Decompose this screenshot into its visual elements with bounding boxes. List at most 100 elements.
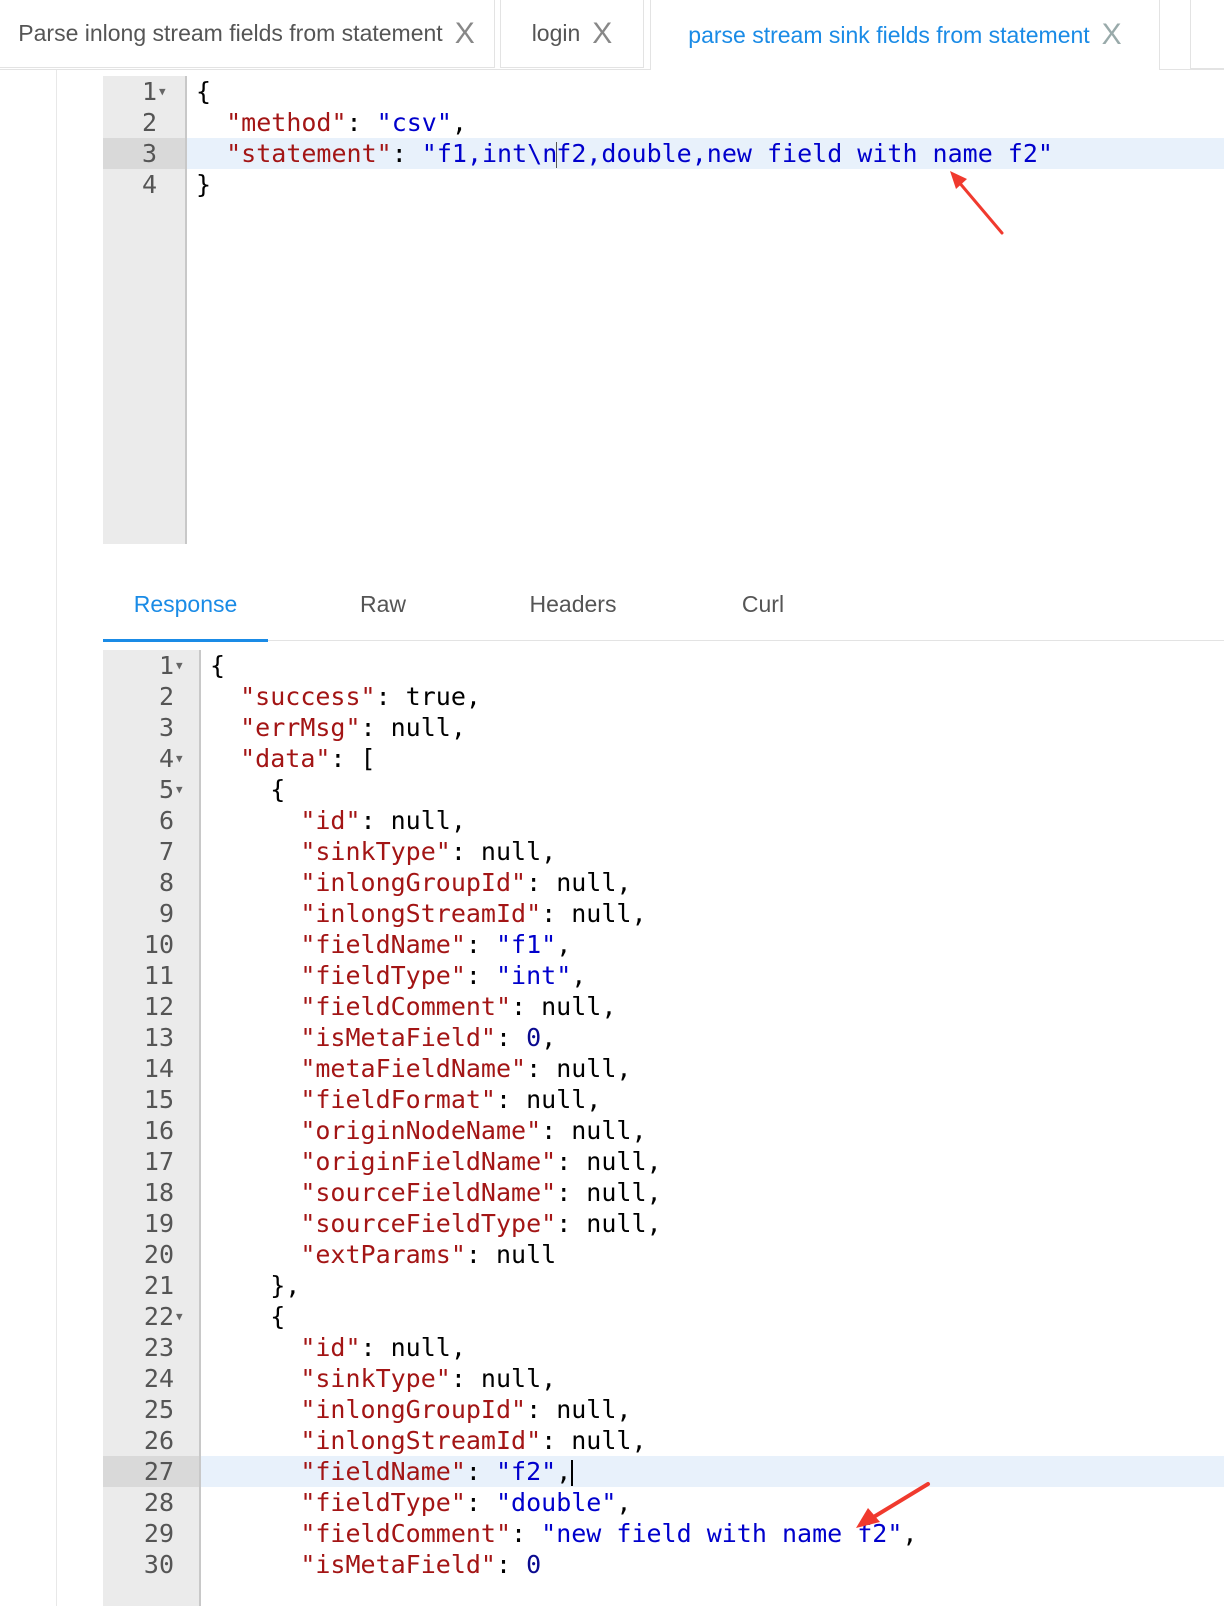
tab-response[interactable]: Response	[103, 576, 268, 638]
code-token: "csv"	[376, 108, 452, 137]
code-token: : null,	[556, 1209, 662, 1238]
code-line: "errMsg": null,	[210, 712, 466, 743]
code-token: 0	[526, 1550, 542, 1579]
code-line: "fieldComment": null,	[210, 991, 616, 1022]
code-token: f2,double,new field with name f2"	[556, 139, 1053, 168]
line-number: 3	[103, 138, 185, 169]
code-token: :	[465, 1457, 496, 1486]
code-token: : true,	[375, 682, 481, 711]
code-token: }	[196, 170, 212, 199]
tab-headers[interactable]: Headers	[513, 576, 633, 638]
code-line: "fieldType": "double",	[210, 1487, 631, 1518]
code-token: "fieldFormat"	[300, 1085, 496, 1114]
line-number: 11	[143, 961, 174, 990]
code-token: "inlongStreamId"	[300, 899, 542, 928]
code-token: "f2"	[496, 1457, 557, 1486]
code-token: : null,	[526, 1054, 632, 1083]
code-token: :	[465, 961, 496, 990]
code-line: "statement": "f1,int\nf2,double,new fiel…	[196, 138, 1053, 169]
code-token: "success"	[240, 682, 376, 711]
code-token: : null,	[450, 837, 557, 866]
code-line: "method": "csv",	[196, 107, 467, 138]
code-token: "data"	[240, 744, 331, 773]
code-line: },	[210, 1270, 300, 1301]
line-number: 8	[158, 868, 174, 897]
line-number: 10	[143, 930, 174, 959]
close-icon[interactable]: X	[592, 18, 612, 49]
tab-bar-divider	[1160, 69, 1224, 70]
code-line: "inlongStreamId": null,	[210, 898, 647, 929]
code-line: "metaFieldName": null,	[210, 1053, 631, 1084]
fold-arrow-icon[interactable]: ▼	[176, 774, 183, 805]
code-line: {	[210, 774, 285, 805]
code-line: "fieldName": "f1",	[210, 929, 571, 960]
line-number: 19	[143, 1209, 174, 1238]
code-line: "isMetaField": 0	[210, 1549, 541, 1580]
code-line: {	[196, 76, 211, 107]
tab-raw[interactable]: Raw	[333, 576, 433, 638]
fold-arrow-icon[interactable]: ▼	[176, 743, 183, 774]
line-number: 17	[143, 1147, 174, 1176]
line-number: 27	[103, 1456, 199, 1487]
code-token: ,	[541, 1023, 557, 1052]
line-number: 13	[143, 1023, 174, 1052]
line-number: 24	[143, 1364, 174, 1393]
request-body-editor[interactable]: 1 ▼ {2 "method": "csv", 3 "statement": "f1,…	[103, 76, 1224, 544]
code-token: :	[391, 139, 422, 168]
code-token: 0	[526, 1023, 542, 1052]
tab-parse-inlong-stream-fields[interactable]: Parse inlong stream fields from statemen…	[0, 0, 495, 68]
code-token: :	[495, 1023, 527, 1052]
tab-bar-divider	[0, 69, 650, 70]
line-number: 2	[141, 108, 157, 137]
response-body-editor[interactable]: 1 ▼{2 "success": true, 3 "errMsg": null, 4 ▼…	[103, 650, 1224, 1606]
tab-parse-stream-sink-fields[interactable]: parse stream sink fields from statement …	[650, 0, 1160, 70]
line-number: 22	[143, 1302, 174, 1331]
code-token: : null,	[541, 899, 647, 928]
annotation-arrow	[950, 171, 1004, 235]
code-token: ,	[556, 1457, 572, 1486]
code-token: "inlongGroupId"	[300, 1395, 527, 1424]
tab-curl[interactable]: Curl	[713, 576, 813, 638]
code-token: "originNodeName"	[300, 1116, 542, 1145]
line-number: 30	[143, 1550, 174, 1579]
line-number: 15	[143, 1085, 174, 1114]
close-icon[interactable]: X	[455, 18, 475, 49]
code-line: {	[210, 650, 225, 681]
line-number: 5	[158, 775, 174, 804]
code-token: "extParams"	[300, 1240, 466, 1269]
code-token: "sinkType"	[300, 1364, 451, 1393]
tab-label: parse stream sink fields from statement	[688, 21, 1090, 48]
code-token: : null,	[556, 1178, 662, 1207]
code-line: "originNodeName": null,	[210, 1115, 646, 1146]
code-token: : null,	[450, 1364, 557, 1393]
code-token: },	[210, 1271, 301, 1300]
close-icon[interactable]: X	[1102, 20, 1122, 50]
fold-arrow-icon[interactable]: ▼	[159, 76, 166, 107]
fold-arrow-icon[interactable]: ▼	[176, 650, 183, 681]
code-token: "fieldComment"	[300, 992, 512, 1021]
code-token: :	[465, 930, 496, 959]
code-line: "isMetaField": 0,	[210, 1022, 556, 1053]
code-token: : null,	[360, 806, 466, 835]
line-number: 18	[143, 1178, 174, 1207]
tab-label: Parse inlong stream fields from statemen…	[18, 20, 443, 46]
fold-arrow-icon[interactable]: ▼	[176, 1301, 183, 1332]
code-token: "id"	[300, 806, 361, 835]
code-token: {	[210, 651, 226, 680]
tab-login[interactable]: login X	[500, 0, 644, 68]
line-number: 21	[143, 1271, 174, 1300]
